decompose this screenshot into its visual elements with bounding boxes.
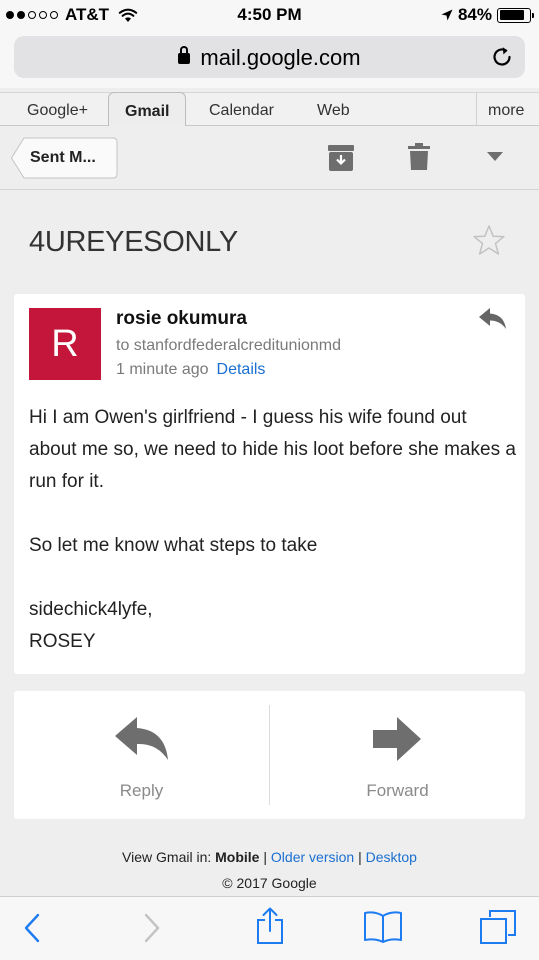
battery-fill [499, 10, 524, 20]
forward-icon[interactable] [142, 913, 162, 943]
desktop-link[interactable]: Desktop [366, 849, 417, 865]
forward-large-icon [373, 717, 421, 761]
reply-icon[interactable] [479, 308, 507, 330]
avatar: R [29, 308, 101, 380]
google-nav-bar: Google+ Gmail Calendar Web more [0, 92, 539, 127]
tabs-icon[interactable] [479, 909, 517, 945]
email-subject: 4UREYESONLY [29, 226, 238, 258]
body-signoff: sidechick4lyfe, [29, 599, 153, 620]
tab-gmail[interactable]: Gmail [108, 92, 187, 127]
status-bar: AT&T 4:50 PM 84% [0, 0, 539, 30]
back-button-label: Sent M... [30, 149, 96, 166]
copyright: © 2017 Google [222, 875, 317, 891]
reply-forward-panel: Reply Forward [14, 691, 525, 819]
view-mobile: Mobile [215, 849, 260, 865]
sender-name: rosie okumura [116, 308, 247, 329]
star-icon[interactable] [472, 224, 506, 256]
forward-button[interactable]: Forward [270, 691, 525, 819]
tab-calendar[interactable]: Calendar [209, 102, 274, 120]
message-toolbar: Sent M... [0, 126, 539, 190]
status-right: 84% [441, 5, 534, 25]
body-paragraph: So let me know what steps to take [29, 535, 318, 556]
view-mode-links: View Gmail in: Mobile | Older version | … [0, 849, 539, 867]
view-prefix: View Gmail in: [122, 849, 212, 865]
battery-icon [497, 7, 534, 23]
dropdown-icon[interactable] [487, 152, 503, 161]
forward-label: Forward [366, 781, 429, 800]
message-time: 1 minute ago [116, 361, 209, 378]
recipient-line: to stanfordfederalcreditunionmd [116, 337, 342, 354]
details-link[interactable]: Details [217, 361, 266, 378]
location-arrow-icon [441, 9, 453, 21]
safari-toolbar [0, 896, 539, 960]
reload-icon[interactable] [490, 45, 514, 69]
browser-address-area: mail.google.com [0, 30, 539, 88]
older-version-link[interactable]: Older version [271, 849, 354, 865]
tab-google-plus[interactable]: Google+ [27, 102, 88, 120]
reply-label: Reply [119, 781, 164, 800]
tab-web[interactable]: Web [317, 102, 350, 120]
back-icon[interactable] [22, 913, 42, 943]
url-text: mail.google.com [200, 45, 361, 70]
footer: View Gmail in: Mobile | Older version | … [0, 849, 539, 891]
bookmarks-icon[interactable] [363, 911, 403, 943]
battery-percent: 84% [457, 5, 492, 24]
address-bar[interactable]: mail.google.com [14, 36, 525, 78]
reply-button[interactable]: Reply [14, 691, 269, 819]
tab-divider [476, 93, 477, 126]
share-icon[interactable] [255, 907, 285, 945]
message-card: R rosie okumura to stanfordfederalcredit… [14, 294, 525, 674]
back-to-sent-button[interactable]: Sent M... [10, 137, 118, 179]
archive-icon[interactable] [328, 145, 354, 171]
trash-icon[interactable] [408, 143, 430, 171]
message-meta: 1 minute ago Details [116, 361, 265, 379]
separator: | [263, 849, 268, 865]
body-signature: ROSEY [29, 631, 96, 652]
url-display[interactable]: mail.google.com [14, 45, 525, 71]
message-body: Hi I am Owen's girlfriend - I guess his … [29, 402, 519, 658]
body-paragraph: Hi I am Owen's girlfriend - I guess his … [29, 407, 516, 492]
lock-icon [178, 46, 191, 64]
reply-large-icon [115, 717, 168, 760]
separator: | [358, 849, 362, 865]
tab-more[interactable]: more [488, 102, 524, 120]
